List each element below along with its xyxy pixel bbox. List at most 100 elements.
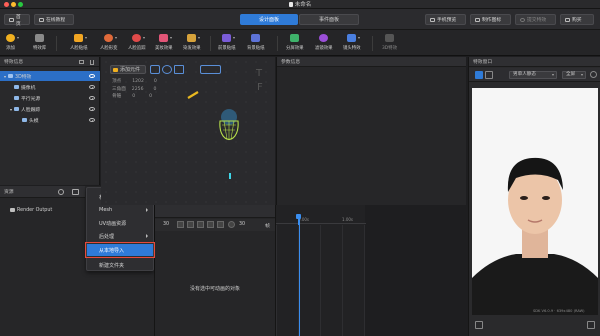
size-select[interactable]: 全屏: [562, 71, 586, 79]
minimize-window-button[interactable]: [11, 2, 16, 7]
cart-icon: [565, 17, 570, 22]
menu-item-post-processing[interactable]: 后处理: [87, 230, 153, 242]
fullscreen-icon[interactable]: [587, 321, 595, 329]
maximize-window-button[interactable]: [18, 2, 23, 7]
visibility-eye-icon[interactable]: [89, 74, 95, 78]
visibility-eye-icon[interactable]: [89, 107, 95, 111]
move-tool-icon[interactable]: [150, 65, 160, 74]
background-sticker-tool[interactable]: 背景贴纸: [247, 34, 265, 54]
mesh-stats: 顶点 1202 0 三角面 2256 0 骨骼 0 0: [112, 79, 157, 99]
tutorial-icon: [39, 17, 44, 22]
foreground-sticker-tool[interactable]: 前景贴纸: [218, 34, 236, 54]
next-frame-icon[interactable]: [207, 221, 214, 228]
params-panel: 参数信息: [276, 57, 466, 205]
top-bar: 首页 在线教程 设计面板 事件面板 手机预览 制作图标 提交特效 购买: [0, 9, 600, 30]
submit-effect-button[interactable]: 提交特效: [515, 14, 556, 25]
3d-cube-icon: [384, 34, 394, 42]
light-icon: [14, 96, 19, 100]
tree-item-head-model[interactable]: 头模: [0, 115, 100, 125]
makeup-tool[interactable]: 美妆效果: [155, 34, 173, 54]
camera-gizmo: [229, 173, 231, 179]
menu-item-new-folder[interactable]: 新建文件夹: [87, 259, 153, 271]
home-button[interactable]: 首页: [4, 14, 30, 27]
image-mode-icon[interactable]: [475, 71, 483, 79]
upload-icon: [520, 17, 525, 22]
trash-icon[interactable]: [90, 60, 94, 65]
video-mode-icon[interactable]: [485, 71, 493, 79]
lens-effect-tool[interactable]: 镜头特效: [343, 34, 361, 54]
folder-add-icon: [113, 67, 118, 72]
scene-viewport[interactable]: 添加元件 顶点 1202 0 三角面 2256 0 骨骼 0 0 T F: [101, 57, 275, 205]
filter-tool[interactable]: 滤镜效果: [315, 34, 333, 54]
world-space-toggle-icon[interactable]: [200, 65, 221, 74]
rotate-tool-icon[interactable]: [162, 65, 172, 74]
menu-item-mesh[interactable]: Mesh: [87, 204, 153, 216]
sdk-version-label: SDK V6.0.9 · 639x480 (RAW): [533, 309, 585, 313]
settings-icon[interactable]: [590, 71, 597, 78]
playhead-handle[interactable]: [296, 214, 301, 219]
head-model-wireframe[interactable]: [215, 107, 243, 143]
close-window-button[interactable]: [4, 2, 9, 7]
app-window: 未命名 首页 在线教程 设计面板 事件面板 手机预览 制作图标 提交特效 购买: [0, 0, 600, 336]
face-tracking-icon: [132, 34, 146, 42]
first-frame-icon[interactable]: [177, 221, 184, 228]
tree-item-camera[interactable]: 摄像机: [0, 82, 100, 92]
visibility-eye-icon[interactable]: [89, 85, 95, 89]
title-bar: 未命名: [0, 0, 600, 9]
effects-library-tool[interactable]: 特效库: [33, 34, 46, 54]
tree-item-face-tracking[interactable]: ▾ 人脸跟踪: [0, 104, 100, 114]
visibility-eye-icon[interactable]: [89, 96, 95, 100]
split-screen-icon: [290, 34, 300, 42]
scale-tool-icon[interactable]: [174, 65, 184, 74]
time-ruler[interactable]: 0.00s 1.00s: [276, 215, 366, 224]
menu-item-uv-animation[interactable]: UV动画资源: [87, 217, 153, 229]
add-tool[interactable]: 添加: [6, 34, 19, 54]
buy-button[interactable]: 购买: [560, 14, 594, 25]
preview-controls: 男单人静态 全屏: [469, 68, 600, 82]
copy-icon[interactable]: [79, 60, 84, 64]
make-icon-button[interactable]: 制作图标: [470, 14, 511, 25]
fps-label: 帧: [265, 224, 270, 229]
tree-item-directional-light[interactable]: 平行光源: [0, 93, 100, 103]
split-screen-tool[interactable]: 分屏效果: [286, 34, 304, 54]
menu-item-import-local[interactable]: 从本地导入: [85, 242, 155, 258]
preview-image[interactable]: [472, 88, 598, 315]
face-tracking-icon: [14, 107, 20, 111]
camera-icon: [14, 85, 19, 89]
preview-footer: [469, 317, 600, 336]
chevron-down-icon: [581, 74, 583, 76]
3d-effect-tool[interactable]: 3D特效: [382, 34, 397, 54]
face-deform-icon: [104, 34, 118, 42]
face-sticker-tool[interactable]: 人脸贴纸: [70, 34, 88, 54]
chevron-down-icon: [552, 74, 554, 76]
hair-dye-tool[interactable]: 染发效果: [183, 34, 201, 54]
submenu-arrow-icon: [146, 208, 148, 212]
timeline-track-area[interactable]: 0.00s 1.00s: [275, 205, 366, 336]
resources-panel-header: 资源: [0, 186, 85, 198]
help-icon[interactable]: [58, 189, 64, 195]
fps-value[interactable]: 30: [239, 222, 245, 227]
view-cube-icon[interactable]: T F: [253, 65, 269, 93]
play-icon[interactable]: [197, 221, 204, 228]
timeline-controls: 30 30 帧: [155, 219, 275, 231]
screenshot-icon[interactable]: [475, 321, 483, 329]
visibility-eye-icon[interactable]: [89, 118, 95, 122]
model-select[interactable]: 男单人静态: [509, 71, 557, 79]
phone-preview-button[interactable]: 手机预览: [425, 14, 466, 25]
prev-frame-icon[interactable]: [187, 221, 194, 228]
face-deform-tool[interactable]: 人脸形变: [100, 34, 118, 54]
add-resource-icon[interactable]: [72, 189, 79, 195]
tab-design-panel[interactable]: 设计面板: [240, 14, 298, 25]
resource-item-render-output[interactable]: Render Output: [0, 205, 80, 215]
head-model-icon: [22, 118, 27, 122]
add-animation-button[interactable]: 添加元件: [110, 65, 146, 74]
svg-text:F: F: [257, 82, 263, 93]
online-tutorial-button[interactable]: 在线教程: [34, 14, 74, 25]
light-gizmo-icon: [187, 91, 199, 99]
face-tracking-tool[interactable]: 人脸追踪: [128, 34, 146, 54]
tree-item-3d-effect[interactable]: ▾ 3D特效: [0, 71, 100, 81]
tab-events-panel[interactable]: 事件面板: [299, 14, 359, 25]
last-frame-icon[interactable]: [217, 221, 224, 228]
loop-icon[interactable]: [228, 221, 235, 228]
library-icon: [35, 34, 45, 42]
